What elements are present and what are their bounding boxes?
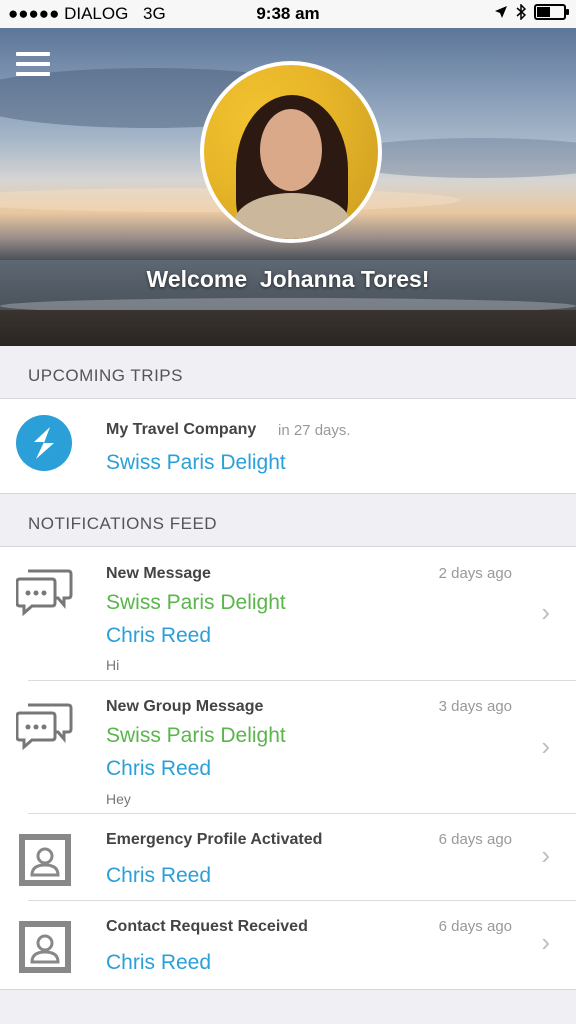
notification-title: New Message (106, 565, 211, 582)
trip-company: My Travel Company (106, 421, 257, 438)
contact-card-icon (19, 921, 71, 973)
avatar-face (260, 109, 322, 191)
notification-item[interactable]: New Group Message 3 days ago Swiss Paris… (0, 681, 576, 814)
section-title: UPCOMING TRIPS (28, 366, 183, 385)
notification-item[interactable]: Contact Request Received 6 days ago Chri… (0, 901, 576, 989)
user-name: Johanna Tores! (259, 266, 430, 292)
notification-time: 6 days ago (438, 831, 512, 848)
notification-person: Chris Reed (106, 624, 212, 647)
notification-message: Hi (106, 657, 120, 673)
battery-icon (534, 4, 569, 20)
chevron-right-icon: › (541, 731, 550, 761)
profile-header: Welcome Johanna Tores! (0, 28, 576, 346)
chevron-right-icon: › (541, 927, 550, 957)
notification-person: Chris Reed (106, 757, 212, 780)
trip-countdown: in 27 days. (278, 422, 351, 439)
menu-bar (16, 52, 50, 56)
notification-person: Chris Reed (106, 864, 212, 887)
location-arrow-icon (495, 6, 507, 18)
notification-time: 3 days ago (438, 698, 512, 715)
menu-bar (16, 72, 50, 76)
clock: 9:38 am (256, 4, 320, 23)
hamburger-menu-icon[interactable] (16, 52, 50, 80)
welcome-prefix: Welcome (146, 266, 248, 292)
section-title: NOTIFICATIONS FEED (28, 514, 218, 533)
status-icons (494, 4, 569, 20)
profile-avatar[interactable] (200, 61, 382, 243)
notification-item[interactable]: Emergency Profile Activated 6 days ago C… (0, 814, 576, 901)
trip-name[interactable]: Swiss Paris Delight (106, 451, 286, 475)
upcoming-trips-header: UPCOMING TRIPS (0, 346, 576, 398)
notification-person: Chris Reed (106, 951, 212, 974)
notification-title: Contact Request Received (106, 918, 308, 935)
chat-icon (16, 703, 73, 751)
lightning-icon (34, 427, 54, 459)
welcome-message: Welcome Johanna Tores! (0, 266, 576, 293)
notification-title: Emergency Profile Activated (106, 831, 323, 848)
notifications-feed-header: NOTIFICATIONS FEED (0, 494, 576, 546)
status-bar: ●●●●● DIALOG 3G 9:38 am (0, 0, 576, 28)
notification-message: Hey (106, 791, 131, 807)
chat-icon (16, 569, 73, 617)
notification-title: New Group Message (106, 698, 264, 715)
chevron-right-icon: › (541, 597, 550, 627)
notification-trip: Swiss Paris Delight (106, 724, 286, 747)
notification-item[interactable]: New Message 2 days ago Swiss Paris Delig… (0, 547, 576, 681)
upcoming-trip-row[interactable]: My Travel Company in 27 days. Swiss Pari… (0, 398, 576, 494)
bluetooth-icon (516, 4, 526, 20)
notification-time: 2 days ago (438, 565, 512, 582)
beach (0, 310, 576, 346)
notification-trip: Swiss Paris Delight (106, 591, 286, 614)
notification-time: 6 days ago (438, 918, 512, 935)
chevron-right-icon: › (541, 840, 550, 870)
contact-card-icon (19, 834, 71, 886)
notifications-list: New Message 2 days ago Swiss Paris Delig… (0, 546, 576, 990)
menu-bar (16, 62, 50, 66)
travel-company-logo-icon (16, 415, 72, 471)
